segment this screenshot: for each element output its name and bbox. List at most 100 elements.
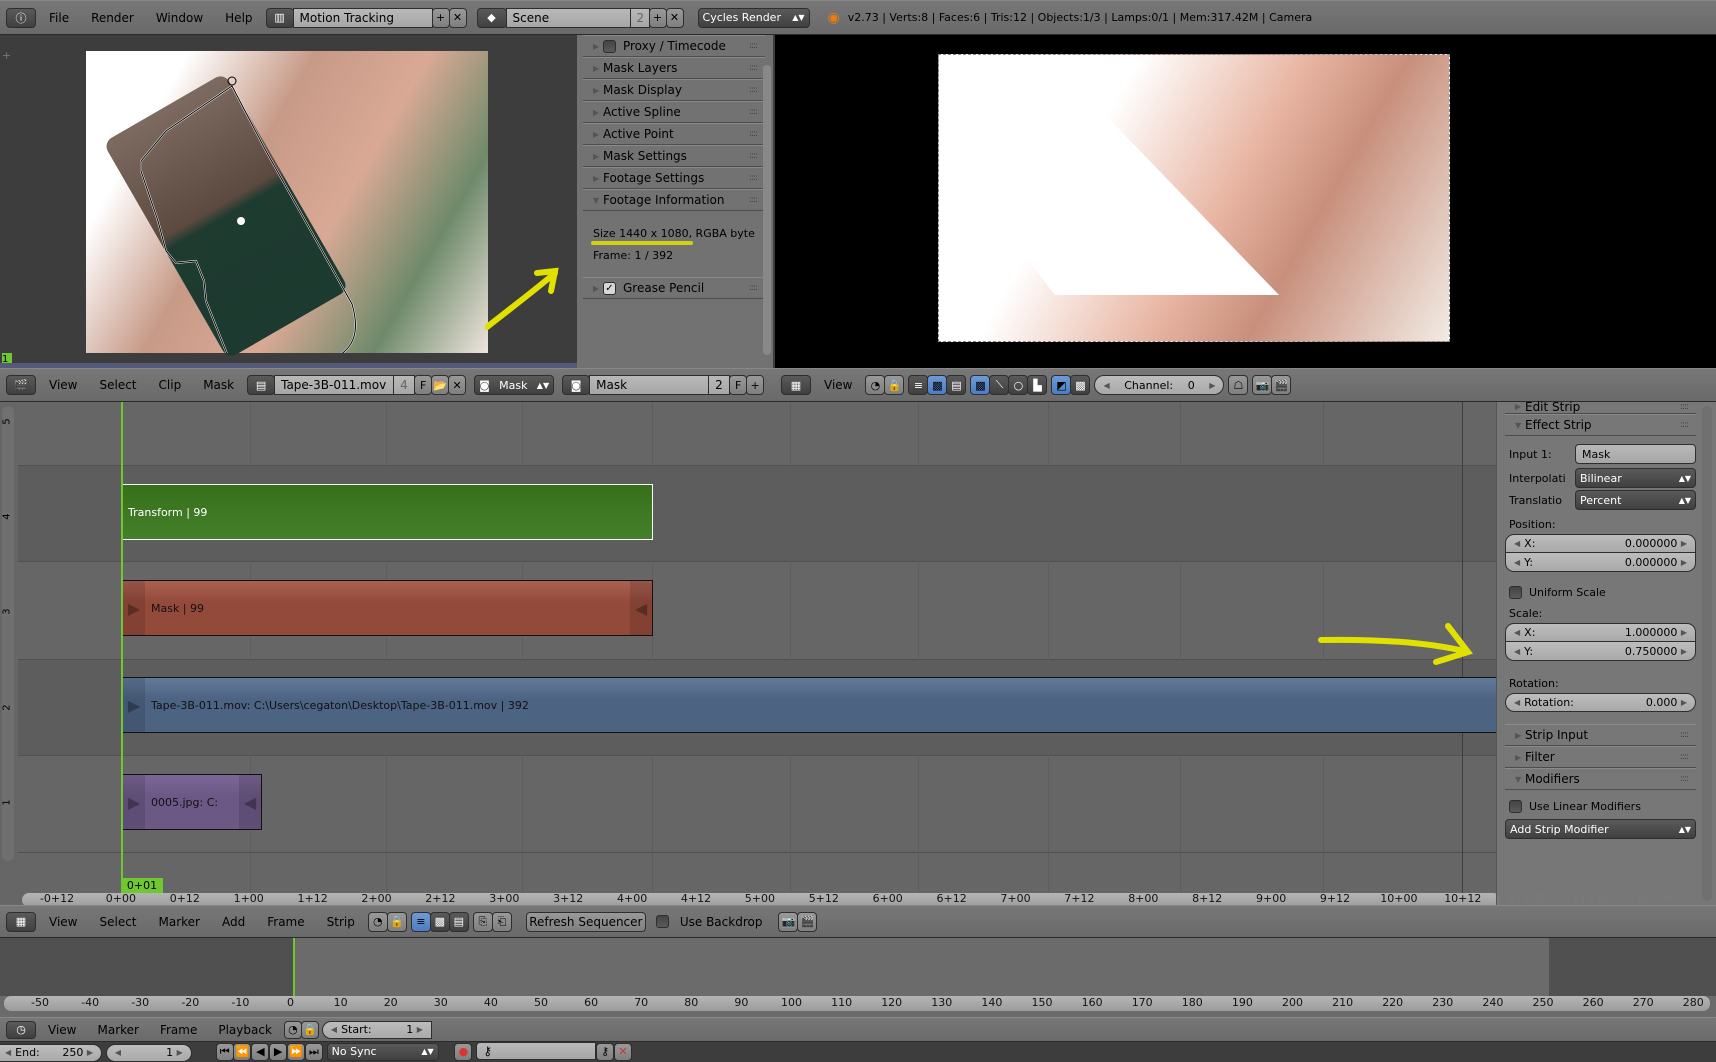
panel-modifiers[interactable]: ▼ Modifiers:::: xyxy=(1505,768,1696,790)
play-reverse-icon[interactable]: ◀ xyxy=(251,1042,270,1061)
keying-set-field[interactable]: ⚷ xyxy=(476,1042,597,1060)
drag-grip-icon[interactable]: :::: xyxy=(1680,774,1689,784)
view-both-icon[interactable]: ▤ xyxy=(946,375,967,395)
lock-icon[interactable]: 🔒 xyxy=(386,911,407,932)
add-strip-modifier-select[interactable]: Add Strip Modifier ▲▼ xyxy=(1505,819,1696,839)
menu-mask[interactable]: Mask xyxy=(194,378,243,392)
mask-fake-user-button[interactable]: F xyxy=(729,375,748,395)
delete-scene-button[interactable]: ✕ xyxy=(665,7,684,28)
scene-icon[interactable]: ◆ xyxy=(476,7,507,28)
panel-footage-settings[interactable]: ▶ Footage Settings:::: xyxy=(583,167,765,189)
view-preview-icon[interactable]: ▩ xyxy=(927,375,948,395)
clock-icon[interactable]: ◔ xyxy=(367,911,388,932)
clip-browse-icon[interactable]: ▤ xyxy=(247,375,276,395)
playhead-line[interactable] xyxy=(121,402,123,880)
position-y-field[interactable]: ◀ Y: 0.000000 ▶ xyxy=(1505,553,1696,572)
rotation-field[interactable]: ◀ Rotation: 0.000 ▶ xyxy=(1505,693,1696,712)
drag-grip-icon[interactable]: :::: xyxy=(749,107,758,117)
view-sequencer-icon[interactable]: ≡ xyxy=(410,911,431,932)
strip-left-handle[interactable]: ▶ xyxy=(123,678,145,732)
render-still-icon[interactable]: 📷 xyxy=(778,911,799,932)
jump-keyframe-forward-icon[interactable]: ⏩ xyxy=(286,1042,305,1061)
strip-right-handle[interactable]: ◀ xyxy=(239,775,261,829)
menu-help[interactable]: Help xyxy=(216,11,261,25)
menu-window[interactable]: Window xyxy=(147,11,212,25)
lock-icon[interactable]: 🔒 xyxy=(300,1020,319,1039)
drag-grip-icon[interactable]: :::: xyxy=(1680,402,1689,412)
start-frame-field[interactable]: ◀ Start: 1 ▶ xyxy=(321,1020,432,1039)
paste-strips-icon[interactable]: ⎗ xyxy=(491,911,512,932)
panel-mask-display[interactable]: ▶ Mask Display:::: xyxy=(583,79,765,101)
menu-marker[interactable]: Marker xyxy=(150,915,209,929)
strip-right-handle[interactable]: ◀ xyxy=(630,581,652,635)
view-both-icon[interactable]: ▤ xyxy=(448,911,469,932)
strip-left-handle[interactable]: ▶ xyxy=(123,775,145,829)
drag-grip-icon[interactable]: :::: xyxy=(749,129,758,139)
drag-grip-icon[interactable]: :::: xyxy=(1680,730,1689,740)
panel-strip-input[interactable]: ▶ Strip Input:::: xyxy=(1505,724,1696,746)
open-clip-icon[interactable]: 📂 xyxy=(431,375,450,395)
clip-editor-view[interactable]: 1 + xyxy=(0,35,577,368)
menu-render[interactable]: Render xyxy=(82,11,143,25)
drag-grip-icon[interactable]: :::: xyxy=(749,195,758,205)
position-x-field[interactable]: ◀ X: 0.000000 ▶ xyxy=(1505,534,1696,553)
vertical-scrollbar[interactable] xyxy=(2,406,14,861)
proxy-checkbox[interactable] xyxy=(602,39,616,53)
strip-image[interactable]: ▶ 0005.jpg: C: ◀ xyxy=(122,774,262,830)
strip-left-handle[interactable]: ▶ xyxy=(123,581,145,635)
panel-edit-strip[interactable]: ▶ Edit Strip:::: xyxy=(1505,400,1696,414)
new-mask-button[interactable]: + xyxy=(746,375,765,395)
drag-grip-icon[interactable]: :::: xyxy=(1680,420,1689,430)
drag-grip-icon[interactable]: :::: xyxy=(749,63,758,73)
strip-transform[interactable]: Transform | 99 xyxy=(122,484,653,540)
add-screen-button[interactable]: + xyxy=(431,7,450,28)
current-frame-field[interactable]: ◀ 1 ▶ xyxy=(105,1043,192,1062)
alpha-display-icon[interactable]: ▩ xyxy=(1070,375,1091,395)
timeline-editor-type-icon[interactable]: ◷ xyxy=(6,1020,36,1039)
render-animation-icon[interactable]: 🎬 xyxy=(797,911,818,932)
play-icon[interactable]: ▶ xyxy=(269,1042,288,1061)
channel-field[interactable]: ◀ Channel: 0 ▶ xyxy=(1094,375,1225,395)
drag-grip-icon[interactable]: :::: xyxy=(1680,752,1689,762)
sequencer-preview[interactable] xyxy=(775,35,1716,368)
unlink-clip-button[interactable]: ✕ xyxy=(448,375,467,395)
sequencer-timeline[interactable]: 5 4 3 2 1 Transform | 99 ▶ Mask | 99 ◀ ▶ Ta… xyxy=(0,402,1716,905)
uniform-scale-checkbox[interactable] xyxy=(1509,586,1522,599)
clock-icon[interactable]: ◔ xyxy=(865,375,886,395)
jump-end-icon[interactable]: ⏭ xyxy=(304,1043,323,1061)
strip-mask[interactable]: ▶ Mask | 99 ◀ xyxy=(122,580,653,636)
menu-marker[interactable]: Marker xyxy=(88,1023,147,1037)
drag-grip-icon[interactable]: :::: xyxy=(749,41,758,51)
sequencer-editor-type-icon[interactable]: ▦ xyxy=(6,911,36,932)
use-linear-modifiers-row[interactable]: Use Linear Modifiers xyxy=(1505,800,1696,813)
color-display-icon[interactable]: ◩ xyxy=(1051,375,1072,395)
view-preview-icon[interactable]: ▩ xyxy=(429,911,450,932)
info-editor-type-icon[interactable]: ⓘ xyxy=(6,7,36,28)
sync-mode-select[interactable]: No Sync ▲▼ xyxy=(326,1042,439,1061)
menu-frame[interactable]: Frame xyxy=(151,1023,206,1037)
waveform-icon[interactable]: ⟍ xyxy=(989,375,1010,395)
menu-select[interactable]: Select xyxy=(90,378,145,392)
copy-strips-icon[interactable]: ⎘ xyxy=(472,911,493,932)
panel-filter[interactable]: ▶ Filter:::: xyxy=(1505,746,1696,768)
menu-playback[interactable]: Playback xyxy=(209,1023,281,1037)
timeline-ruler[interactable]: -50 -40 -30 -20 -10 0 10 20 30 40 50 60 70 80 90 100 110… xyxy=(4,996,1710,1011)
panel-footage-information[interactable]: ▼ Footage Information:::: xyxy=(583,189,765,211)
drag-grip-icon[interactable]: :::: xyxy=(749,151,758,161)
menu-add[interactable]: Add xyxy=(213,915,254,929)
scene-field[interactable]: Scene xyxy=(505,7,631,28)
timeline-editor[interactable]: -50 -40 -30 -20 -10 0 10 20 30 40 50 60 70 80 90 100 110… xyxy=(0,938,1716,1017)
refresh-sequencer-button[interactable]: Refresh Sequencer xyxy=(525,911,646,932)
ghost-icon[interactable]: ☖ xyxy=(1228,375,1249,395)
drag-grip-icon[interactable]: :::: xyxy=(749,173,758,183)
delete-keyframe-icon[interactable]: ✕ xyxy=(613,1042,632,1061)
time-ruler[interactable]: -0+12 0+00 0+12 1+00 1+12 2+00 2+12 3+00 3+12 4+0… xyxy=(22,892,1673,905)
drag-grip-icon[interactable]: :::: xyxy=(749,85,758,95)
drag-grip-icon[interactable]: :::: xyxy=(749,283,758,293)
insert-keyframe-icon[interactable]: ⚷ xyxy=(596,1042,615,1061)
panel-active-point[interactable]: ▶ Active Point:::: xyxy=(583,123,765,145)
display-image-icon[interactable]: ▩ xyxy=(970,375,991,395)
sequencer-editor-type-icon[interactable]: ▦ xyxy=(781,375,811,395)
translation-select[interactable]: Percent ▲▼ xyxy=(1575,490,1696,510)
mask-browse-icon[interactable]: ◙ xyxy=(562,375,591,395)
